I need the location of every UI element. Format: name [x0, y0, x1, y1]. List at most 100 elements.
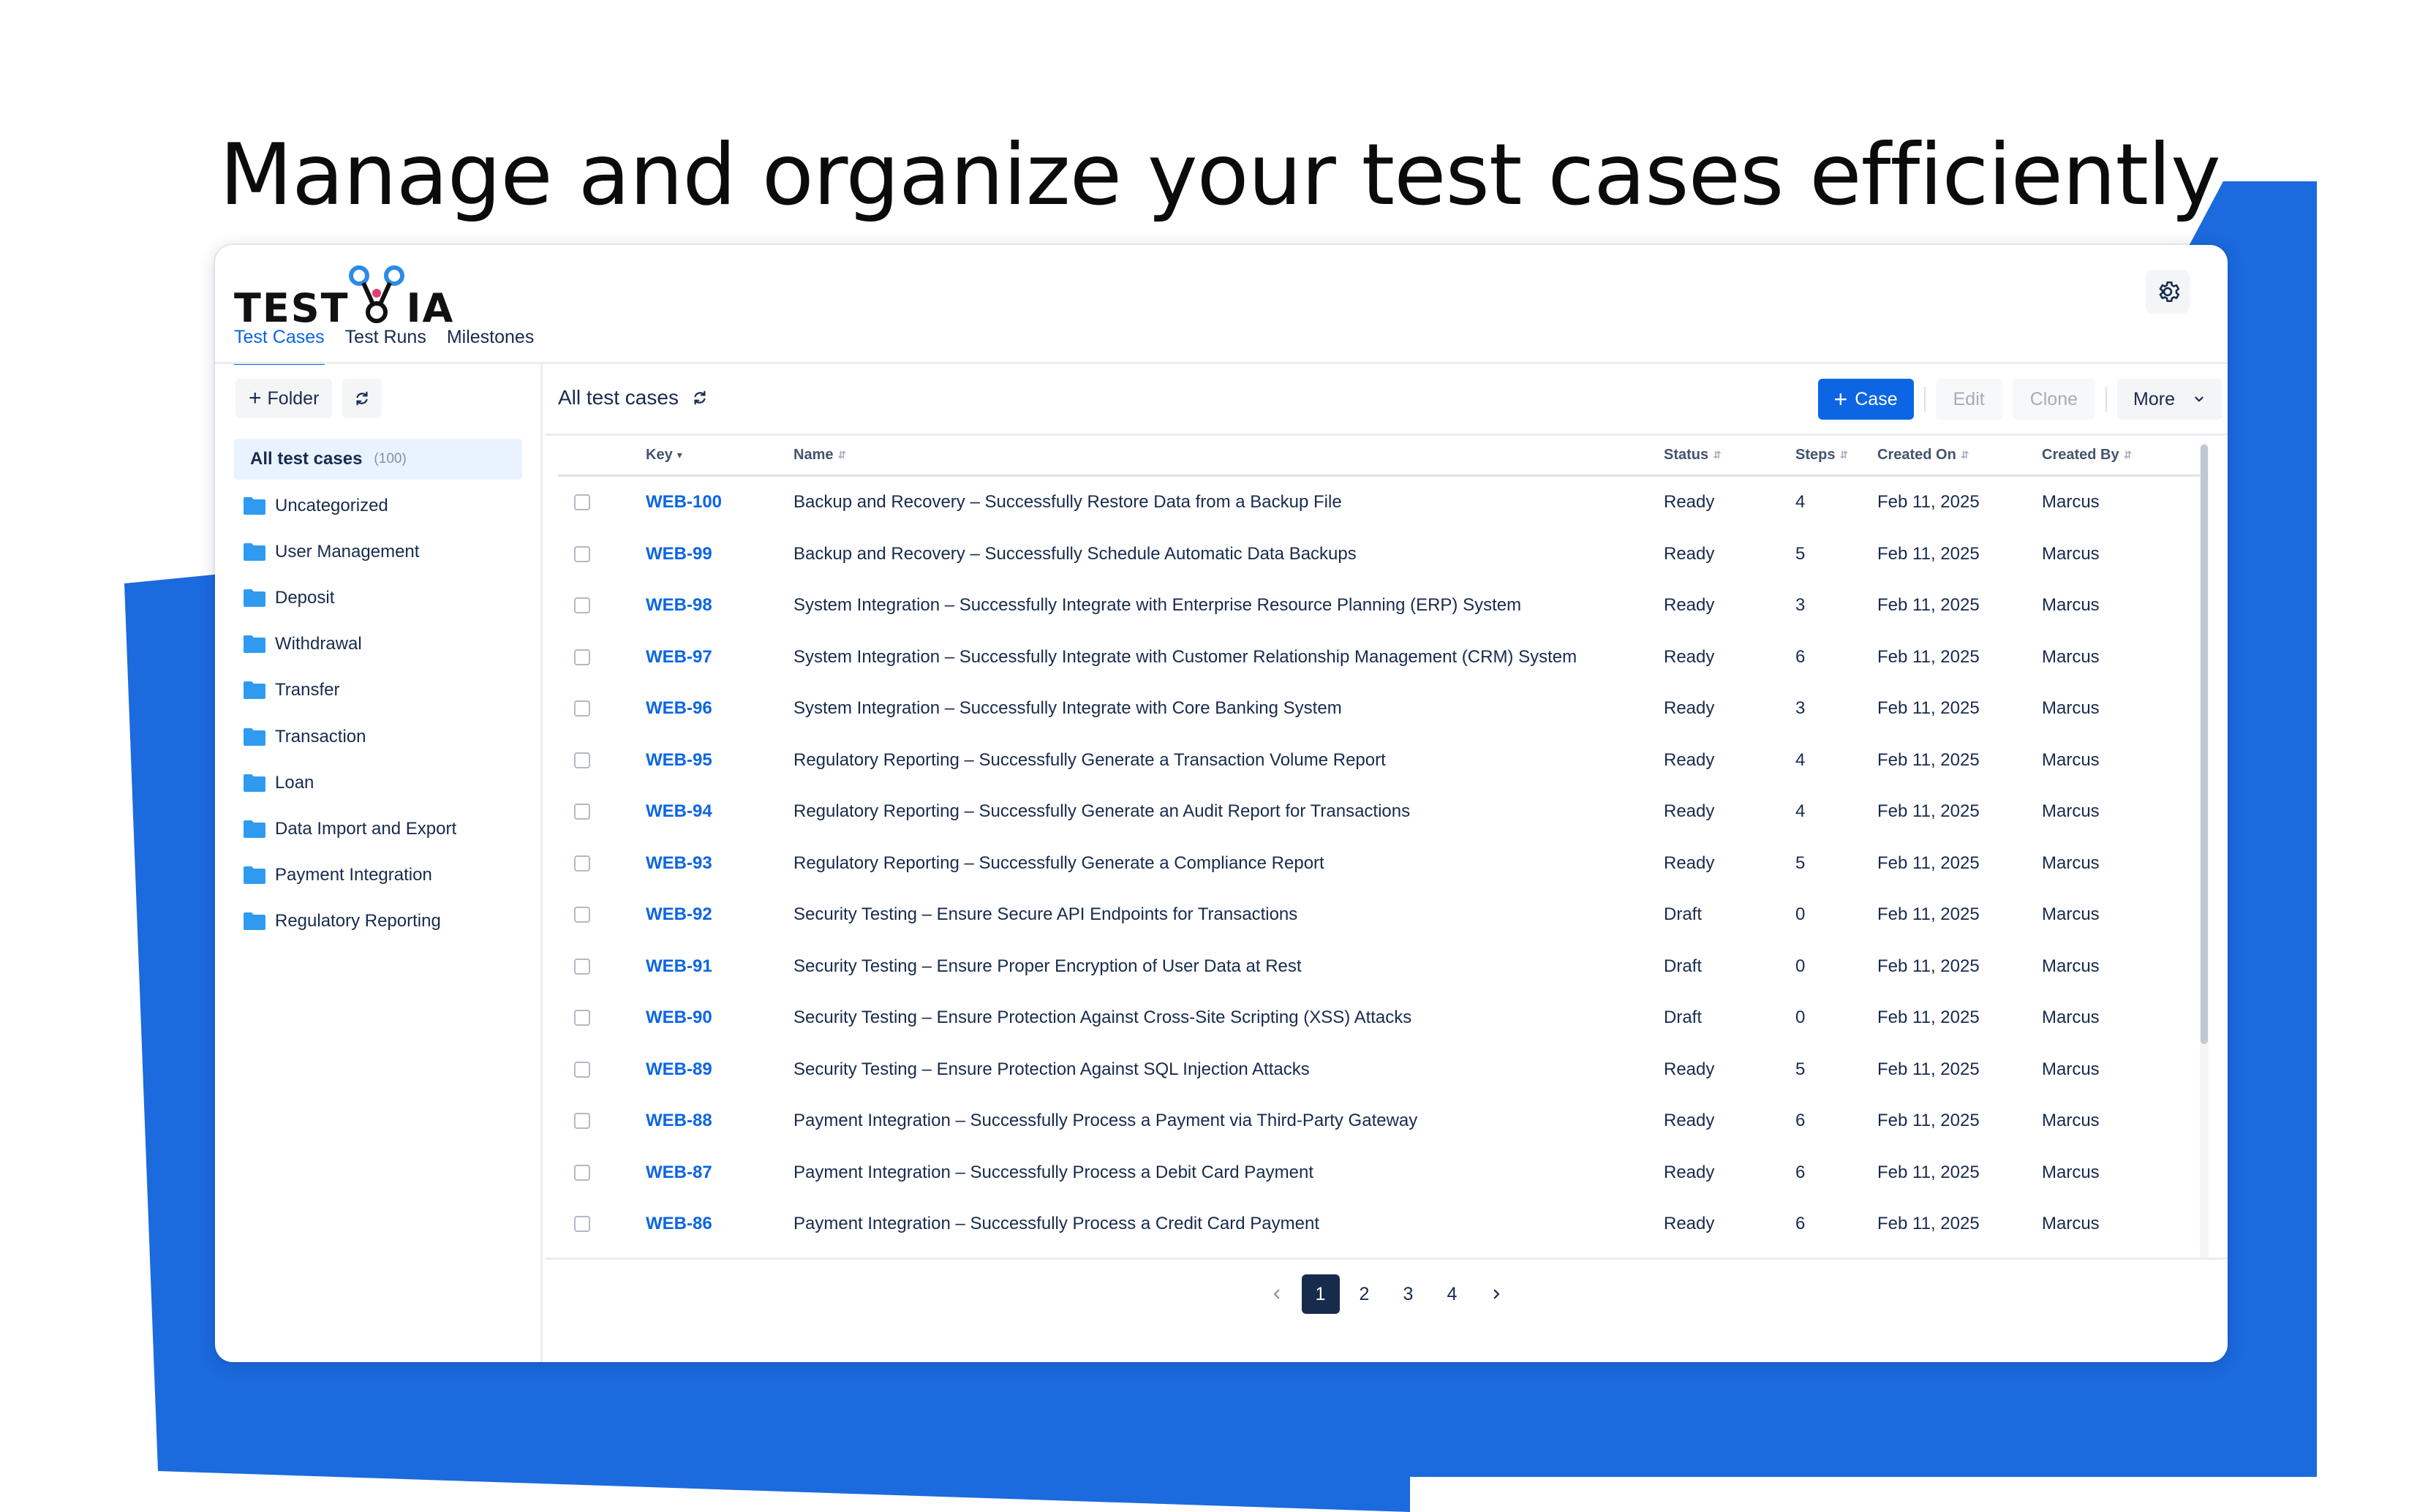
table-row[interactable]: WEB-98 System Integration – Successfully … [558, 580, 2202, 632]
tab-test-runs[interactable]: Test Runs [345, 327, 426, 365]
case-key-link[interactable]: WEB-90 [646, 1008, 712, 1027]
table-row[interactable]: WEB-92 Security Testing – Ensure Secure A… [558, 889, 2202, 941]
table-row[interactable]: WEB-87 Payment Integration – Successfully… [558, 1147, 2202, 1199]
clone-button[interactable]: Clone [2012, 379, 2096, 420]
row-checkbox[interactable] [574, 804, 590, 820]
case-created-on: Feb 11, 2025 [1877, 492, 1980, 513]
add-case-label: Case [1855, 388, 1898, 409]
case-created-on: Feb 11, 2025 [1877, 646, 1980, 667]
plus-icon: + [1833, 386, 1848, 412]
row-checkbox[interactable] [574, 907, 590, 923]
case-key-link[interactable]: WEB-86 [646, 1214, 712, 1233]
column-status-label: Status [1664, 447, 1709, 463]
folder-item[interactable]: Loan [234, 760, 522, 806]
table-row[interactable]: WEB-94 Regulatory Reporting – Successfull… [558, 786, 2202, 838]
row-checkbox[interactable] [574, 494, 590, 511]
case-key-link[interactable]: WEB-96 [646, 698, 712, 718]
case-created-on: Feb 11, 2025 [1877, 698, 1980, 719]
edit-button[interactable]: Edit [1935, 379, 2002, 420]
folder-item[interactable]: User Management [234, 529, 522, 575]
table-scrollbar[interactable] [2200, 443, 2209, 1259]
page-button[interactable]: 3 [1390, 1274, 1428, 1314]
row-select-cell [558, 1010, 646, 1027]
folder-item[interactable]: Withdrawal [234, 621, 522, 668]
case-key-link[interactable]: WEB-95 [646, 750, 712, 770]
table-row[interactable]: WEB-97 System Integration – Successfully … [558, 632, 2202, 684]
page-button[interactable]: 4 [1433, 1274, 1471, 1314]
case-created-on: Feb 11, 2025 [1877, 543, 1980, 564]
table-row[interactable]: WEB-90 Security Testing – Ensure Protecti… [558, 992, 2202, 1044]
row-checkbox[interactable] [574, 1164, 590, 1181]
folder-item[interactable]: Data Import and Export [234, 806, 522, 852]
case-key-link[interactable]: WEB-92 [646, 904, 712, 924]
refresh-icon[interactable] [692, 390, 708, 406]
folder-item[interactable]: Uncategorized [234, 483, 522, 529]
row-checkbox[interactable] [574, 1061, 590, 1078]
tab-test-cases[interactable]: Test Cases [234, 327, 325, 365]
page-button[interactable]: 2 [1346, 1274, 1384, 1314]
case-key-link[interactable]: WEB-91 [646, 956, 712, 976]
table-row[interactable]: WEB-89 Security Testing – Ensure Protecti… [558, 1044, 2202, 1096]
row-checkbox[interactable] [574, 855, 590, 872]
column-status[interactable]: Status ⇵ [1664, 447, 1795, 464]
case-key-link[interactable]: WEB-88 [646, 1111, 712, 1130]
folder-item[interactable]: Regulatory Reporting [234, 899, 522, 945]
case-key-link[interactable]: WEB-99 [646, 544, 712, 564]
table-row[interactable]: WEB-99 Backup and Recovery – Successfully… [558, 529, 2202, 581]
row-checkbox[interactable] [574, 700, 590, 717]
scrollbar-thumb[interactable] [2201, 445, 2208, 1044]
column-steps[interactable]: Steps ⇵ [1795, 447, 1877, 464]
case-key-link[interactable]: WEB-94 [646, 801, 712, 821]
row-checkbox[interactable] [574, 1010, 590, 1027]
previous-page-button[interactable] [1258, 1274, 1296, 1314]
row-checkbox[interactable] [574, 752, 590, 768]
case-key-link[interactable]: WEB-87 [646, 1163, 712, 1182]
column-name-label: Name [793, 447, 834, 463]
case-created-on: Feb 11, 2025 [1877, 595, 1980, 616]
refresh-folders-button[interactable] [342, 379, 382, 418]
settings-button[interactable] [2146, 270, 2190, 314]
key-cell: WEB-96 [646, 698, 793, 719]
tab-milestones[interactable]: Milestones [447, 327, 535, 365]
add-folder-label: Folder [267, 388, 320, 409]
row-checkbox[interactable] [574, 649, 590, 665]
case-key-link[interactable]: WEB-97 [646, 647, 712, 667]
column-name[interactable]: Name ⇵ [793, 447, 1664, 464]
row-checkbox[interactable] [574, 597, 590, 614]
column-key[interactable]: Key ▾ [646, 447, 793, 464]
page-button[interactable]: 1 [1301, 1274, 1340, 1314]
case-name: Security Testing – Ensure Secure API End… [793, 904, 1298, 925]
add-folder-button[interactable]: + Folder [235, 379, 333, 418]
next-page-button[interactable] [1477, 1274, 1515, 1314]
row-checkbox[interactable] [574, 545, 590, 562]
case-name: Regulatory Reporting – Successfully Gene… [793, 801, 1411, 822]
folder-label: Payment Integration [275, 865, 432, 885]
folder-item[interactable]: Payment Integration [234, 853, 522, 899]
folder-item[interactable]: Transaction [234, 714, 522, 760]
table-row[interactable]: WEB-93 Regulatory Reporting – Successfull… [558, 838, 2202, 890]
case-key-link[interactable]: WEB-89 [646, 1059, 712, 1079]
page-headline: Manage and organize your test cases effi… [219, 126, 2221, 224]
table-row[interactable]: WEB-88 Payment Integration – Successfully… [558, 1095, 2202, 1147]
row-checkbox[interactable] [574, 1113, 590, 1130]
case-key-link[interactable]: WEB-100 [646, 492, 722, 512]
table-row[interactable]: WEB-95 Regulatory Reporting – Successfull… [558, 735, 2202, 787]
table-row[interactable]: WEB-86 Payment Integration – Successfully… [558, 1198, 2202, 1250]
case-key-link[interactable]: WEB-93 [646, 853, 712, 873]
table-row[interactable]: WEB-91 Security Testing – Ensure Proper E… [558, 941, 2202, 993]
column-created-on[interactable]: Created On ⇵ [1877, 447, 2042, 464]
folder-item[interactable]: Deposit [234, 575, 522, 621]
case-created-by: Marcus [2042, 595, 2100, 616]
row-checkbox[interactable] [574, 958, 590, 975]
table-row[interactable]: WEB-100 Backup and Recovery – Successfull… [558, 477, 2202, 529]
more-dropdown[interactable]: More [2117, 379, 2222, 420]
row-checkbox[interactable] [574, 1216, 590, 1233]
table-row[interactable]: WEB-96 System Integration – Successfully … [558, 683, 2202, 735]
app-window: TEST IA Test Cases Test Runs Milestones [215, 245, 2228, 1362]
case-key-link[interactable]: WEB-98 [646, 595, 712, 615]
column-created-by[interactable]: Created By ⇵ [2042, 447, 2195, 464]
folder-item[interactable]: Transfer [234, 668, 522, 714]
add-case-button[interactable]: + Case [1817, 379, 1914, 420]
folder-all-test-cases[interactable]: All test cases (100) [234, 439, 522, 480]
refresh-icon [356, 391, 368, 406]
